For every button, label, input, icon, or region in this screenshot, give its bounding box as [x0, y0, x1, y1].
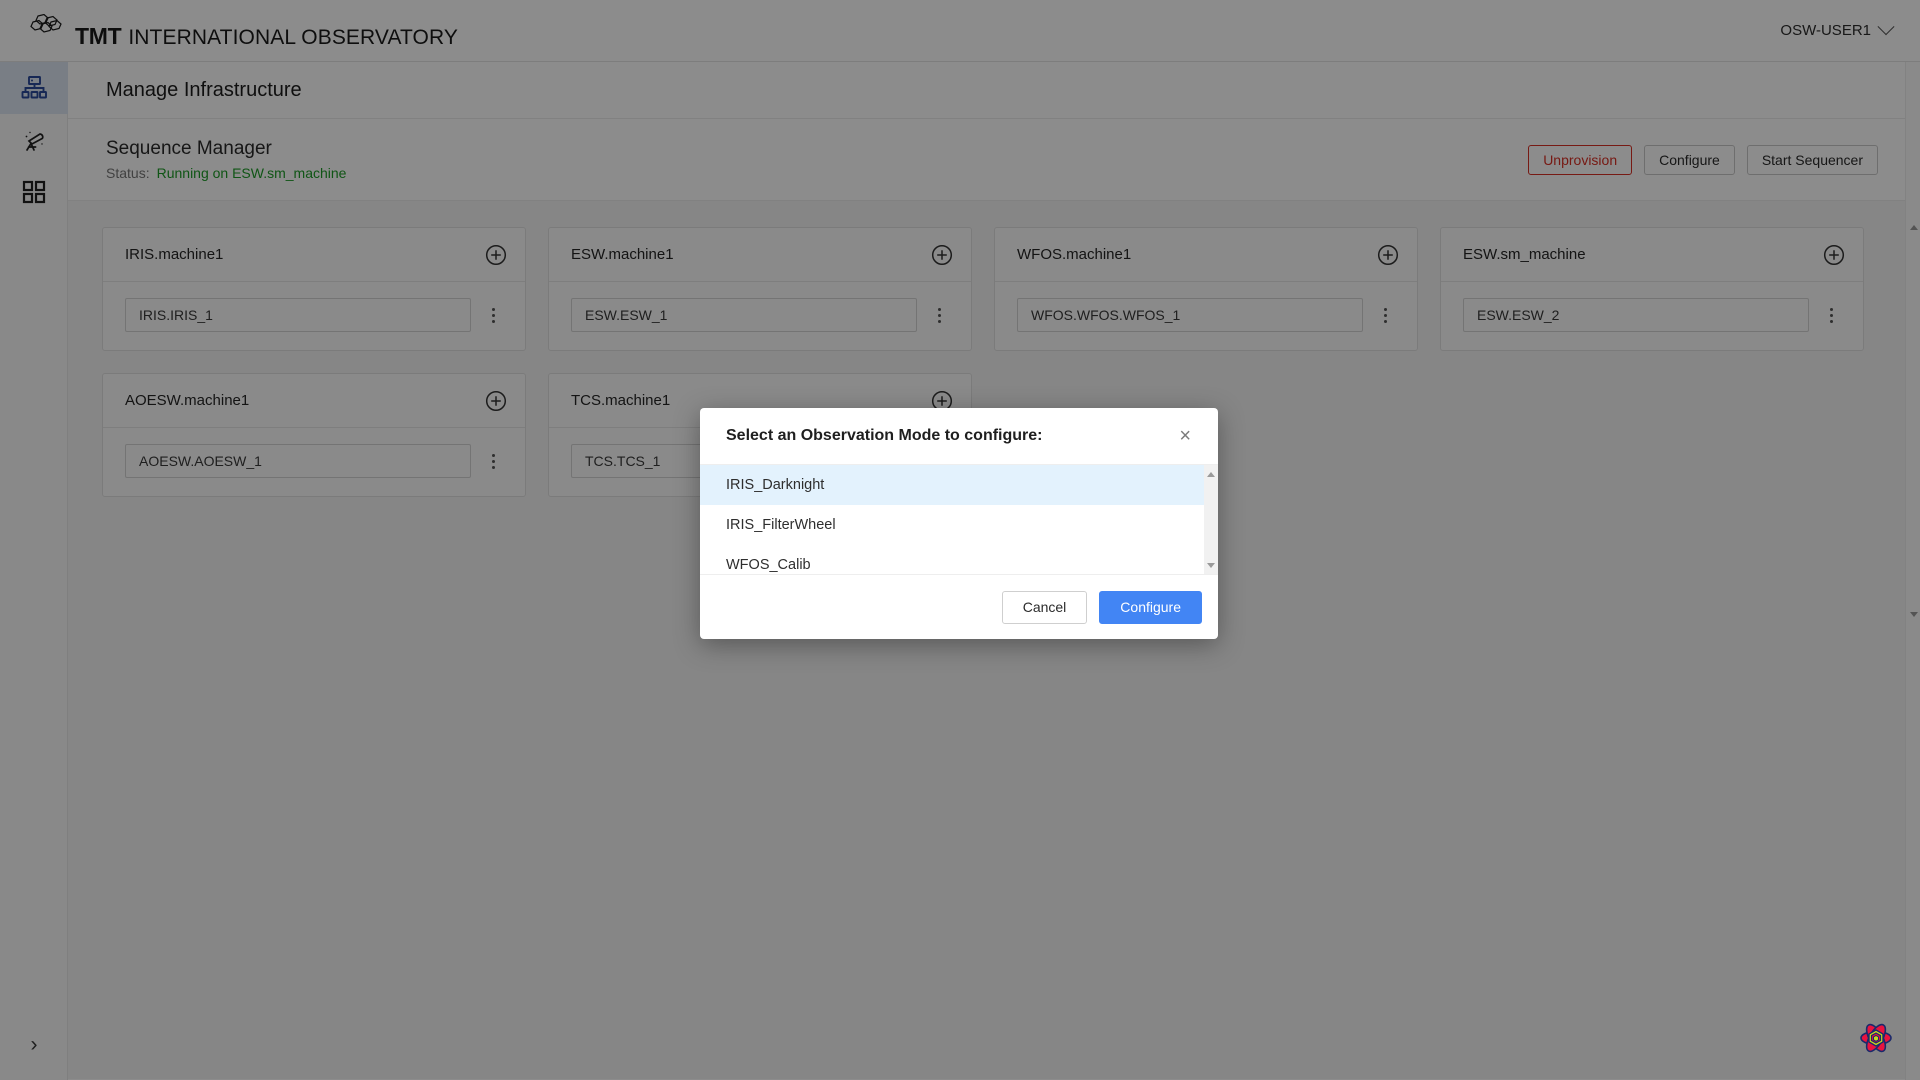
flower-logo-icon: [1854, 1016, 1898, 1060]
dialog-title: Select an Observation Mode to configure:: [726, 427, 1043, 444]
dialog-configure-button[interactable]: Configure: [1099, 590, 1202, 624]
dialog-header: Select an Observation Mode to configure:…: [700, 408, 1218, 464]
observation-mode-dialog: Select an Observation Mode to configure:…: [700, 408, 1218, 639]
list-item[interactable]: IRIS_FilterWheel: [700, 505, 1218, 545]
observation-mode-list: IRIS_Darknight IRIS_FilterWheel WFOS_Cal…: [700, 464, 1218, 575]
list-item[interactable]: WFOS_Calib: [700, 545, 1218, 585]
list-scroll-down-icon[interactable]: [1204, 558, 1218, 572]
close-icon[interactable]: ×: [1174, 423, 1196, 449]
list-scrollbar[interactable]: [1204, 465, 1218, 574]
cancel-button[interactable]: Cancel: [1001, 590, 1088, 624]
list-scroll-up-icon[interactable]: [1204, 467, 1218, 481]
list-item[interactable]: IRIS_Darknight: [700, 465, 1218, 505]
